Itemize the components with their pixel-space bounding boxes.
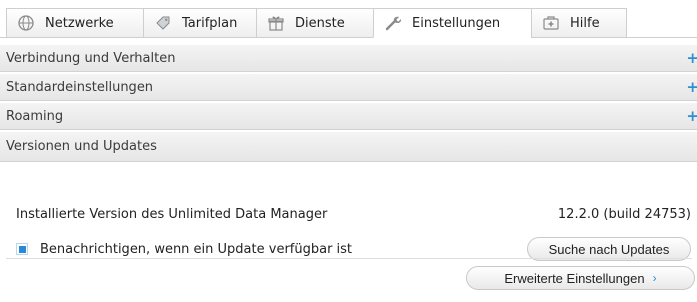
- chevron-right-icon: ›: [652, 271, 657, 285]
- tab-label: Dienste: [295, 15, 345, 31]
- tab-dienste[interactable]: Dienste: [256, 8, 373, 38]
- tab-netzwerke[interactable]: Netzwerke: [6, 8, 143, 38]
- advanced-settings-button[interactable]: Erweiterte Einstellungen ›: [466, 266, 695, 290]
- tab-label: Tarifplan: [182, 15, 238, 31]
- tab-label: Einstellungen: [412, 15, 501, 31]
- installed-version-value: 12.2.0 (build 24753): [557, 207, 691, 222]
- tab-label: Hilfe: [570, 15, 600, 31]
- tag-icon: [154, 14, 172, 32]
- tab-einstellungen[interactable]: Einstellungen: [373, 8, 531, 38]
- notify-label: Benachrichtigen, wenn ein Update verfügb…: [40, 242, 353, 257]
- section-label: Standardeinstellungen: [6, 79, 154, 95]
- tab-hilfe[interactable]: Hilfe: [531, 8, 627, 38]
- section-label: Roaming: [6, 108, 64, 124]
- gift-icon: [267, 14, 285, 32]
- expand-icon[interactable]: +: [686, 78, 697, 96]
- divider: [6, 258, 692, 259]
- section-verbindung-und-verhalten[interactable]: Verbindung und Verhalten +: [0, 45, 697, 72]
- section-standardeinstellungen[interactable]: Standardeinstellungen +: [0, 74, 697, 101]
- section-versionen-und-updates[interactable]: Versionen und Updates: [0, 132, 697, 162]
- advanced-settings-label: Erweiterte Einstellungen: [504, 270, 645, 286]
- installed-version-label: Installierte Version des Unlimited Data …: [16, 207, 328, 222]
- section-roaming[interactable]: Roaming +: [0, 103, 697, 130]
- tab-label: Netzwerke: [45, 15, 114, 31]
- expand-icon[interactable]: +: [686, 107, 697, 125]
- firstaid-icon: [542, 14, 560, 32]
- section-label: Verbindung und Verhalten: [6, 50, 176, 66]
- expand-icon[interactable]: +: [686, 49, 697, 67]
- notify-checkbox[interactable]: [16, 243, 28, 255]
- section-label: Versionen und Updates: [6, 139, 157, 154]
- checkbox-checked-icon: [18, 245, 26, 253]
- wrench-icon: [384, 14, 402, 32]
- tabs: Netzwerke Tarifplan Dienste Einstellunge…: [6, 8, 627, 38]
- tab-tarifplan[interactable]: Tarifplan: [143, 8, 256, 38]
- globe-icon: [17, 14, 35, 32]
- tab-bar: Netzwerke Tarifplan Dienste Einstellunge…: [0, 0, 697, 40]
